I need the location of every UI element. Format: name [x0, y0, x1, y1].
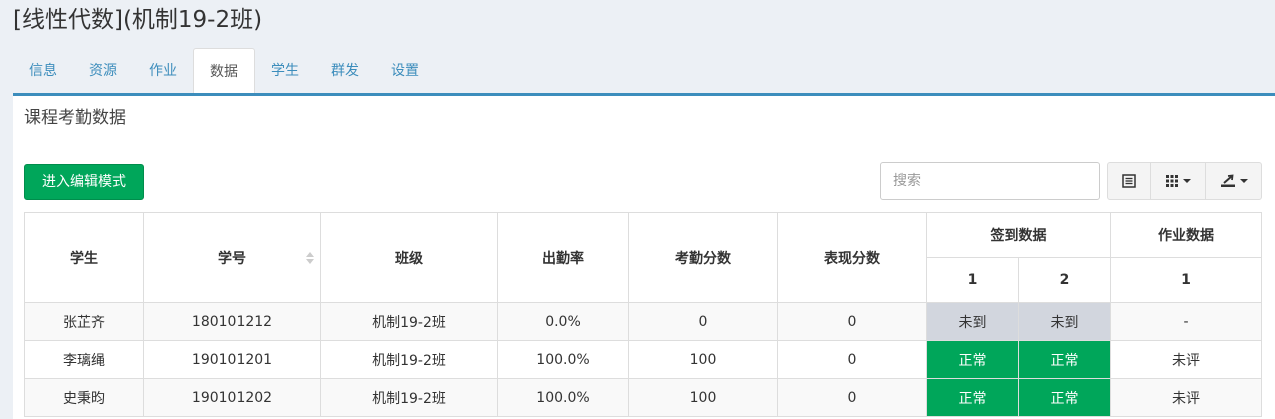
- table-row: 张芷齐 180101212 机制19-2班 0.0% 0 0 未到 未到 -: [24, 302, 1262, 341]
- toggle-view-button[interactable]: [1107, 162, 1151, 200]
- header-homework-group: 作业数据: [1110, 212, 1262, 258]
- attendance-panel: 课程考勤数据 进入编辑模式 搜索 学生 学号 班级 出勤率 考勤分数 表现分数 …: [13, 93, 1275, 419]
- header-attendance-rate[interactable]: 出勤率: [497, 212, 629, 303]
- cell-student: 史秉昀: [24, 378, 144, 417]
- cell-homework-1[interactable]: 未评: [1110, 378, 1262, 417]
- tab-students[interactable]: 学生: [255, 48, 315, 94]
- chevron-down-icon: [1183, 179, 1191, 183]
- header-signin-group: 签到数据: [926, 212, 1111, 258]
- table-row: 史秉昀 190101202 机制19-2班 100.0% 100 0 正常 正常…: [24, 378, 1262, 417]
- cell-attendance-score: 100: [628, 378, 778, 417]
- list-icon: [1122, 174, 1136, 188]
- tab-homework[interactable]: 作业: [133, 48, 193, 94]
- table-row: 李璃绳 190101201 机制19-2班 100.0% 100 0 正常 正常…: [24, 340, 1262, 379]
- table-toolbar: [1107, 162, 1262, 200]
- export-button[interactable]: [1205, 162, 1262, 200]
- cell-performance-score: 0: [777, 378, 927, 417]
- cell-signin-1[interactable]: 正常: [926, 340, 1019, 379]
- cell-attendance-score: 0: [628, 302, 778, 341]
- cell-attendance-rate: 0.0%: [497, 302, 629, 341]
- tab-info[interactable]: 信息: [13, 48, 73, 94]
- cell-homework-1[interactable]: 未评: [1110, 340, 1262, 379]
- cell-signin-2[interactable]: 正常: [1018, 378, 1111, 417]
- cell-class: 机制19-2班: [320, 378, 498, 417]
- grid-columns-icon: [1166, 175, 1178, 187]
- attendance-table: 学生 学号 班级 出勤率 考勤分数 表现分数 签到数据 作业数据 1 2 1 张…: [24, 212, 1262, 417]
- header-homework-1[interactable]: 1: [1110, 257, 1262, 303]
- header-student-id-label: 学号: [218, 250, 246, 267]
- tab-broadcast[interactable]: 群发: [315, 48, 375, 94]
- cell-attendance-rate: 100.0%: [497, 378, 629, 417]
- cell-signin-2[interactable]: 未到: [1018, 302, 1111, 341]
- tab-resources[interactable]: 资源: [73, 48, 133, 94]
- cell-performance-score: 0: [777, 302, 927, 341]
- cell-homework-1[interactable]: -: [1110, 302, 1262, 341]
- header-signin-1[interactable]: 1: [926, 257, 1019, 303]
- header-student[interactable]: 学生: [24, 212, 144, 303]
- tab-data[interactable]: 数据: [193, 48, 255, 94]
- cell-signin-2[interactable]: 正常: [1018, 340, 1111, 379]
- cell-attendance-score: 100: [628, 340, 778, 379]
- cell-student: 张芷齐: [24, 302, 144, 341]
- tab-settings[interactable]: 设置: [375, 48, 435, 94]
- cell-student-id: 180101212: [143, 302, 321, 341]
- page-title: [线性代数](机制19-2班): [13, 7, 263, 33]
- cell-class: 机制19-2班: [320, 340, 498, 379]
- header-class[interactable]: 班级: [320, 212, 498, 303]
- export-icon: [1220, 174, 1235, 187]
- header-signin-2[interactable]: 2: [1018, 257, 1111, 303]
- cell-student-id: 190101201: [143, 340, 321, 379]
- sort-icon: [306, 251, 314, 264]
- cell-performance-score: 0: [777, 340, 927, 379]
- header-attendance-score[interactable]: 考勤分数: [628, 212, 778, 303]
- search-input[interactable]: [880, 162, 1100, 200]
- chevron-down-icon: [1239, 179, 1248, 183]
- tab-bar: 信息 资源 作业 数据 学生 群发 设置: [13, 48, 1275, 94]
- header-performance-score[interactable]: 表现分数: [777, 212, 927, 303]
- panel-title: 课程考勤数据: [24, 108, 126, 128]
- cell-signin-1[interactable]: 正常: [926, 378, 1019, 417]
- cell-attendance-rate: 100.0%: [497, 340, 629, 379]
- cell-signin-1[interactable]: 未到: [926, 302, 1019, 341]
- cell-student: 李璃绳: [24, 340, 144, 379]
- columns-button[interactable]: [1150, 162, 1206, 200]
- header-student-id[interactable]: 学号: [143, 212, 321, 303]
- cell-student-id: 190101202: [143, 378, 321, 417]
- cell-class: 机制19-2班: [320, 302, 498, 341]
- edit-mode-button[interactable]: 进入编辑模式: [24, 164, 144, 200]
